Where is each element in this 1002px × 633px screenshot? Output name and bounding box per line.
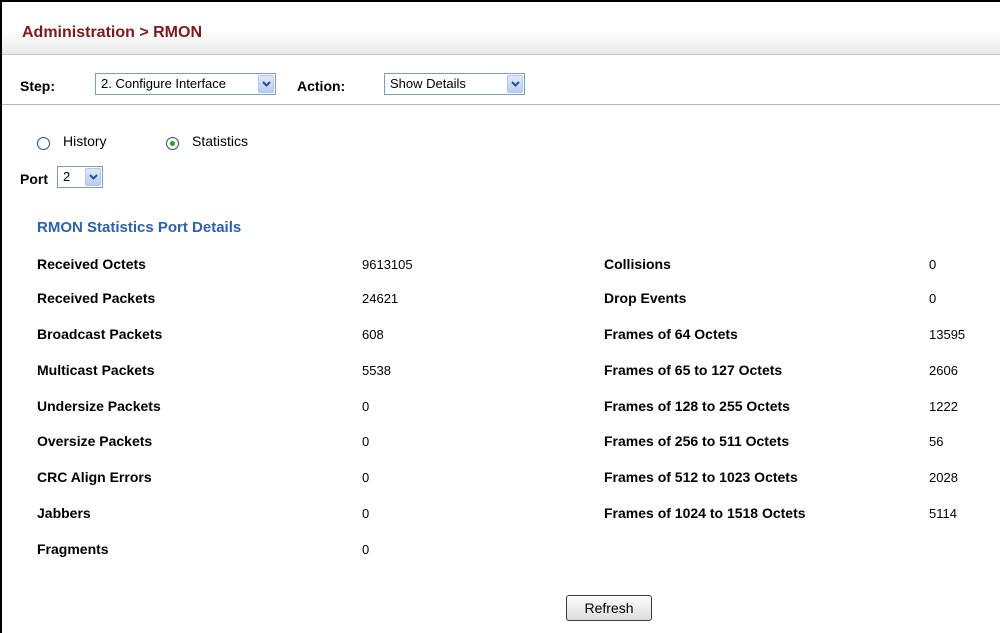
stat-name: Broadcast Packets (37, 326, 163, 342)
stat-name: Frames of 1024 to 1518 Octets (604, 505, 806, 521)
stat-value: 24621 (362, 291, 399, 306)
title-bar: Administration > RMON (2, 2, 1000, 55)
step-label: Step: (20, 78, 55, 94)
stat-name: Oversize Packets (37, 433, 153, 449)
stat-name: Frames of 64 Octets (604, 326, 738, 342)
stat-value: 1222 (929, 399, 958, 414)
stat-value: 56 (929, 434, 944, 449)
stat-name: CRC Align Errors (37, 469, 152, 485)
toolbar: Step: 2. Configure Interface Action: Sho… (2, 68, 1000, 105)
stat-name: Frames of 128 to 255 Octets (604, 398, 790, 414)
radio-statistics[interactable] (166, 137, 179, 150)
stat-value: 5538 (362, 363, 391, 378)
port-label: Port (20, 171, 48, 187)
step-select[interactable]: 2. Configure Interface (95, 73, 276, 95)
chevron-down-icon (85, 168, 101, 186)
stat-value: 0 (929, 291, 937, 306)
stat-name: Fragments (37, 541, 109, 557)
stat-name: Multicast Packets (37, 362, 155, 378)
stat-value: 608 (362, 327, 384, 342)
stat-name: Frames of 256 to 511 Octets (604, 433, 790, 449)
port-select[interactable]: 2 (57, 166, 103, 188)
action-select-value: Show Details (390, 76, 466, 91)
action-label: Action: (297, 78, 346, 94)
stat-value: 13595 (929, 327, 966, 342)
chevron-down-icon (258, 75, 274, 93)
radio-history-label: History (63, 133, 107, 149)
section-title: RMON Statistics Port Details (37, 219, 242, 236)
stat-value: 0 (362, 470, 370, 485)
stat-name: Received Octets (37, 256, 146, 272)
stat-value: 5114 (929, 506, 957, 521)
chevron-down-icon (507, 75, 523, 93)
step-select-value: 2. Configure Interface (101, 76, 227, 91)
stat-value: 0 (929, 257, 937, 272)
radio-history[interactable] (37, 137, 50, 150)
refresh-button[interactable]: Refresh (566, 595, 652, 621)
stat-value: 2028 (929, 470, 958, 485)
stat-value: 0 (362, 399, 370, 414)
stat-value: 2606 (929, 363, 958, 378)
radio-selected-dot (170, 141, 175, 146)
radio-statistics-label: Statistics (192, 133, 249, 149)
stat-value: 9613105 (362, 257, 413, 272)
port-select-value: 2 (63, 169, 71, 184)
stat-value: 0 (362, 434, 370, 449)
stat-name: Collisions (604, 256, 671, 272)
stat-name: Drop Events (604, 290, 687, 306)
stat-name: Jabbers (37, 505, 91, 521)
stat-value: 0 (362, 542, 370, 557)
page-title: Administration > RMON (22, 24, 203, 41)
stat-name: Frames of 65 to 127 Octets (604, 362, 783, 378)
stat-name: Undersize Packets (37, 398, 161, 414)
stat-name: Frames of 512 to 1023 Octets (604, 469, 798, 485)
stat-name: Received Packets (37, 290, 156, 306)
action-select[interactable]: Show Details (384, 73, 525, 95)
stat-value: 0 (362, 506, 370, 521)
